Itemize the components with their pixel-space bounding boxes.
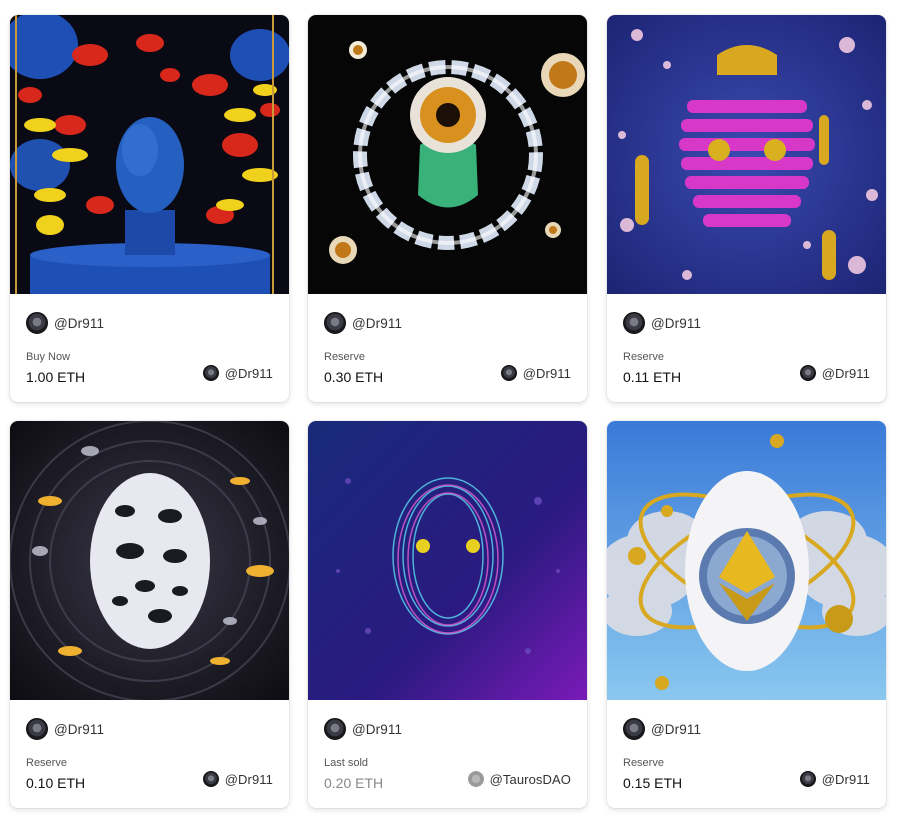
owner-info[interactable]: @Dr911 [202,365,273,381]
price-label: Reserve [26,757,67,769]
creator-avatar[interactable] [623,718,645,740]
price-label: Reserve [324,351,365,363]
nft-artwork-image[interactable] [607,15,886,294]
owner-avatar[interactable] [467,771,484,787]
price-label: Last sold [324,757,369,769]
owner-handle[interactable]: @Dr911 [523,366,571,381]
owner-avatar[interactable] [500,365,517,381]
creator-avatar[interactable] [623,312,645,334]
creator-handle[interactable]: @Dr911 [651,316,701,331]
creator-avatar[interactable] [26,718,48,740]
creator-handle[interactable]: @Dr911 [651,722,701,737]
creator-avatar[interactable] [324,718,346,740]
price-value: 0.30 ETH [324,369,384,385]
owner-handle[interactable]: @TaurosDAO [490,772,571,787]
owner-info[interactable]: @Dr911 [202,771,273,787]
owner-info[interactable]: @Dr911 [799,365,870,381]
owner-handle[interactable]: @Dr911 [822,366,870,381]
nft-artwork-image[interactable] [308,421,587,700]
price-value: 0.15 ETH [623,775,683,791]
creator-handle[interactable]: @Dr911 [352,722,402,737]
price-value: 1.00 ETH [26,369,86,385]
creator-avatar[interactable] [26,312,48,334]
nft-artwork-image[interactable] [308,15,587,294]
creator-info[interactable]: @Dr911 [623,717,701,741]
nft-card[interactable]: @Dr911 Last sold 0.20 ETH @TaurosDAO [308,421,587,808]
creator-info[interactable]: @Dr911 [26,717,104,741]
creator-handle[interactable]: @Dr911 [54,722,104,737]
nft-card[interactable]: @Dr911 Reserve 0.30 ETH @Dr911 [308,15,587,402]
owner-handle[interactable]: @Dr911 [822,772,870,787]
price-label: Reserve [623,757,664,769]
price-value: 0.10 ETH [26,775,86,791]
creator-info[interactable]: @Dr911 [26,311,104,335]
nft-artwork-image[interactable] [10,421,289,700]
nft-card[interactable]: @Dr911 Buy Now 1.00 ETH @Dr911 [10,15,289,402]
creator-info[interactable]: @Dr911 [324,717,402,741]
creator-avatar[interactable] [324,312,346,334]
price-value: 0.20 ETH [324,775,384,791]
owner-info[interactable]: @Dr911 [500,365,571,381]
owner-handle[interactable]: @Dr911 [225,772,273,787]
nft-grid: @Dr911 Buy Now 1.00 ETH @Dr911 @Dr911 Re… [0,0,897,817]
owner-info[interactable]: @Dr911 [799,771,870,787]
creator-info[interactable]: @Dr911 [623,311,701,335]
owner-handle[interactable]: @Dr911 [225,366,273,381]
owner-avatar[interactable] [202,365,219,381]
nft-card[interactable]: @Dr911 Reserve 0.15 ETH @Dr911 [607,421,886,808]
creator-handle[interactable]: @Dr911 [352,316,402,331]
nft-card[interactable]: @Dr911 Reserve 0.10 ETH @Dr911 [10,421,289,808]
creator-handle[interactable]: @Dr911 [54,316,104,331]
nft-card[interactable]: @Dr911 Reserve 0.11 ETH @Dr911 [607,15,886,402]
nft-artwork-image[interactable] [607,421,886,700]
price-value: 0.11 ETH [623,369,682,385]
owner-info[interactable]: @TaurosDAO [467,771,571,787]
nft-artwork-image[interactable] [10,15,289,294]
price-label: Buy Now [26,351,71,363]
creator-info[interactable]: @Dr911 [324,311,402,335]
price-label: Reserve [623,351,664,363]
owner-avatar[interactable] [799,771,816,787]
owner-avatar[interactable] [799,365,816,381]
owner-avatar[interactable] [202,771,219,787]
